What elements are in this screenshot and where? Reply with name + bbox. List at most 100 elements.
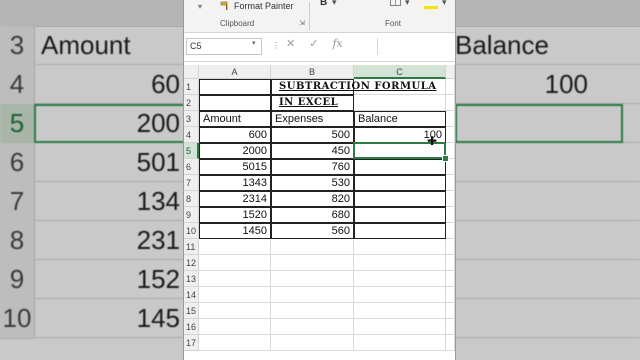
row-header-6[interactable]: 6: [184, 159, 199, 175]
balance-cell[interactable]: [354, 159, 446, 175]
grid-cell[interactable]: [354, 271, 446, 287]
row-header-4[interactable]: 4: [184, 127, 199, 143]
grid-cell[interactable]: [446, 287, 455, 303]
row-header-3[interactable]: 3: [184, 111, 199, 127]
grid-cell[interactable]: [199, 319, 271, 335]
grid-cell[interactable]: [446, 255, 455, 271]
row-header-10[interactable]: 10: [184, 223, 199, 239]
grid-cell[interactable]: [446, 95, 455, 111]
dialog-launcher-icon[interactable]: ⇲: [299, 19, 305, 27]
grid-cell[interactable]: [271, 239, 354, 255]
grid-cell[interactable]: [446, 303, 455, 319]
row-header-14[interactable]: 14: [184, 287, 199, 303]
grid-cell[interactable]: [199, 239, 271, 255]
amount-cell[interactable]: 2000: [199, 143, 271, 159]
row-header-1[interactable]: 1: [184, 79, 199, 95]
expenses-cell[interactable]: 560: [271, 223, 354, 239]
row-header-13[interactable]: 13: [184, 271, 199, 287]
grid-cell[interactable]: [199, 303, 271, 319]
grid-cell[interactable]: [271, 319, 354, 335]
header-balance[interactable]: Balance: [354, 111, 446, 127]
insert-function-icon[interactable]: fx: [332, 37, 342, 50]
grid-cell[interactable]: [446, 127, 455, 143]
format-painter-button[interactable]: Format Painter: [220, 1, 294, 11]
borders-icon[interactable]: [390, 0, 402, 7]
grid-cell[interactable]: [446, 207, 455, 223]
grid-cell[interactable]: [354, 287, 446, 303]
expenses-cell[interactable]: 680: [271, 207, 354, 223]
grid-cell[interactable]: [446, 335, 455, 351]
grid-cell[interactable]: [446, 111, 455, 127]
amount-cell[interactable]: 1450: [199, 223, 271, 239]
amount-cell[interactable]: 1520: [199, 207, 271, 223]
grid-cell[interactable]: [199, 255, 271, 271]
row-header-8[interactable]: 8: [184, 191, 199, 207]
enter-icon[interactable]: ✓: [309, 37, 318, 50]
expenses-cell[interactable]: 500: [271, 127, 354, 143]
grid-cell[interactable]: [446, 79, 455, 95]
select-all-corner[interactable]: [184, 65, 199, 79]
grid-cell[interactable]: [446, 239, 455, 255]
grid-cell[interactable]: [446, 319, 455, 335]
row-header-16[interactable]: 16: [184, 319, 199, 335]
amount-cell[interactable]: 2314: [199, 191, 271, 207]
balance-cell[interactable]: [354, 223, 446, 239]
grid-cell[interactable]: [199, 335, 271, 351]
balance-cell[interactable]: [354, 191, 446, 207]
grid-cell[interactable]: [199, 95, 271, 111]
grid-cell[interactable]: [446, 271, 455, 287]
bold-button[interactable]: B: [320, 0, 327, 8]
amount-cell[interactable]: 1343: [199, 175, 271, 191]
column-header-c[interactable]: C: [354, 65, 446, 79]
grid-cell[interactable]: [354, 255, 446, 271]
grid-cell[interactable]: [271, 255, 354, 271]
row-header-5[interactable]: 5: [184, 143, 199, 159]
row-header-2[interactable]: 2: [184, 95, 199, 111]
grid-cell[interactable]: [446, 223, 455, 239]
grid-cell[interactable]: [199, 287, 271, 303]
grid-cell[interactable]: [271, 303, 354, 319]
column-header-b[interactable]: B: [271, 65, 354, 79]
row-header-15[interactable]: 15: [184, 303, 199, 319]
grid-cell[interactable]: [271, 271, 354, 287]
row-header-7[interactable]: 7: [184, 175, 199, 191]
grid-cell[interactable]: [354, 303, 446, 319]
expenses-cell[interactable]: 450: [271, 143, 354, 159]
row-header-11[interactable]: 11: [184, 239, 199, 255]
balance-cell[interactable]: [354, 175, 446, 191]
expenses-cell[interactable]: 760: [271, 159, 354, 175]
column-header-d-partial[interactable]: [446, 65, 455, 79]
formula-bar-handle-icon[interactable]: ⋮: [272, 41, 280, 50]
grid-cell[interactable]: [354, 335, 446, 351]
grid-cell[interactable]: [271, 335, 354, 351]
amount-cell[interactable]: 600: [199, 127, 271, 143]
row-header-9[interactable]: 9: [184, 207, 199, 223]
formula-input[interactable]: [377, 38, 455, 55]
row-header-17[interactable]: 17: [184, 335, 199, 351]
row-header-12[interactable]: 12: [184, 255, 199, 271]
grid-cell[interactable]: [354, 95, 446, 111]
expenses-cell[interactable]: 820: [271, 191, 354, 207]
grid-cell[interactable]: [199, 271, 271, 287]
grid-cell[interactable]: [271, 287, 354, 303]
balance-cell[interactable]: [354, 207, 446, 223]
underline-dropdown-icon[interactable]: ▾: [332, 0, 337, 8]
highlight-dropdown-icon[interactable]: ▾: [442, 0, 447, 8]
name-box[interactable]: C5: [186, 38, 262, 55]
cancel-icon[interactable]: ✕: [286, 37, 295, 50]
fill-handle[interactable]: [442, 155, 449, 162]
expenses-cell[interactable]: 530: [271, 175, 354, 191]
grid-cell[interactable]: [446, 175, 455, 191]
grid-cell[interactable]: [354, 239, 446, 255]
highlight-color-icon[interactable]: [424, 0, 438, 9]
ribbon-collapse-icon[interactable]: ▾: [198, 2, 202, 11]
grid-cell[interactable]: [199, 79, 271, 95]
header-expenses[interactable]: Expenses: [271, 111, 354, 127]
borders-dropdown-icon[interactable]: ▾: [405, 0, 410, 8]
amount-cell[interactable]: 5015: [199, 159, 271, 175]
name-box-dropdown-icon[interactable]: ▾: [252, 39, 256, 47]
header-amount[interactable]: Amount: [199, 111, 271, 127]
grid-cell[interactable]: [354, 319, 446, 335]
grid-cell[interactable]: [446, 191, 455, 207]
column-header-a[interactable]: A: [199, 65, 271, 79]
